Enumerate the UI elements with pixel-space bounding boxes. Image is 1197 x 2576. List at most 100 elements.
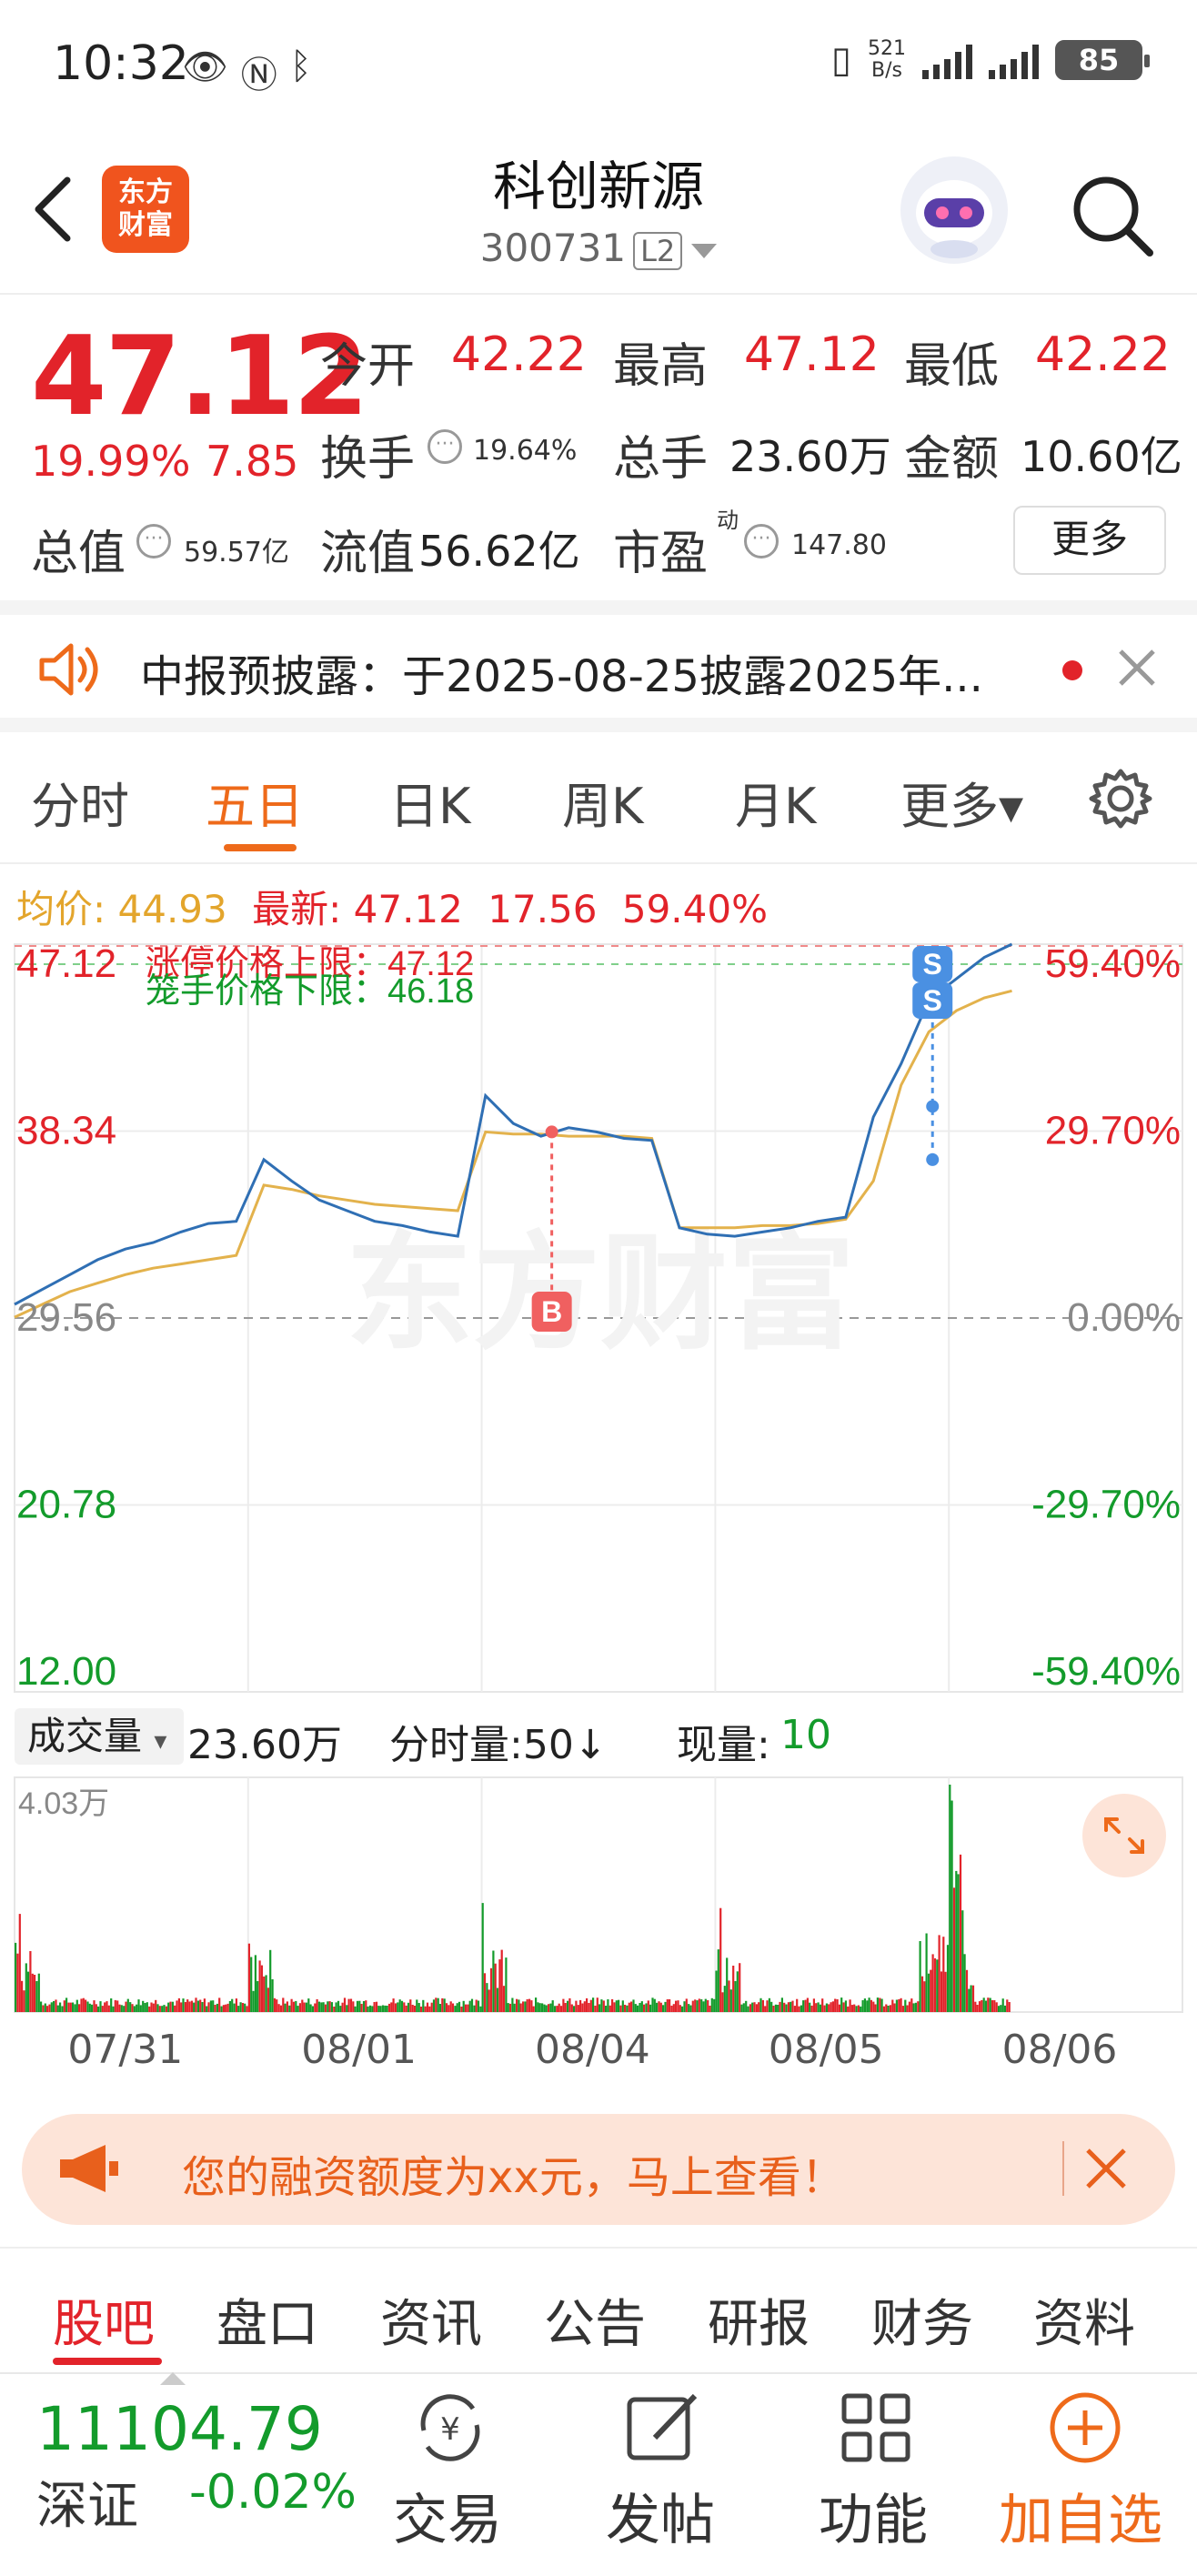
plus-circle-icon[interactable]	[1044, 2387, 1126, 2469]
volume-bar	[373, 2002, 376, 2012]
hidden-eye-icon[interactable]: ···	[136, 524, 171, 558]
more-button[interactable]: 更多	[1013, 506, 1166, 575]
hidden-eye-icon[interactable]: ···	[428, 429, 462, 464]
volume-bar	[131, 2004, 134, 2012]
volume-bar	[853, 2004, 856, 2012]
yen-exchange-icon[interactable]: ¥	[409, 2387, 491, 2469]
volume-bar	[212, 2000, 215, 2012]
robot-assistant-icon[interactable]	[900, 156, 1008, 264]
trade-button[interactable]: 交易	[393, 2476, 502, 2555]
index-change: -0.02%	[189, 2465, 357, 2520]
megaphone-icon	[60, 2145, 118, 2192]
volume-bar	[467, 2004, 469, 2012]
add-watchlist-button[interactable]: 加自选	[999, 2476, 1162, 2555]
volume-bar	[18, 1914, 21, 2012]
tab-profile[interactable]: 资料	[1033, 2283, 1135, 2357]
volume-bar	[882, 2006, 885, 2012]
volume-bar	[218, 1997, 221, 2012]
volume-bar	[483, 1973, 487, 2012]
tab-finance[interactable]: 财务	[871, 2283, 973, 2357]
volume-total: 23.60万	[187, 1722, 342, 1768]
volume-bar	[723, 1986, 726, 2012]
volume-bar	[486, 1983, 488, 2012]
promo-text[interactable]: 您的融资额度为xx元，马上查看！	[182, 2141, 845, 2205]
tab-weekly-k[interactable]: 周K	[562, 766, 643, 838]
volume-bar	[872, 2001, 875, 2012]
close-icon[interactable]	[1084, 2147, 1128, 2190]
tab-more[interactable]: 更多▾	[900, 766, 1023, 838]
volume-bar	[554, 2006, 557, 2012]
volume-chart[interactable]: 4.03万	[0, 1774, 1197, 2019]
volume-bar	[861, 2000, 864, 2012]
index-value[interactable]: 11104.79	[36, 2394, 323, 2464]
volume-bar	[400, 2000, 404, 2012]
functions-button[interactable]: 功能	[819, 2476, 928, 2555]
close-icon[interactable]	[1117, 648, 1157, 688]
volume-bar	[785, 2004, 788, 2012]
volume-bar	[114, 1999, 116, 2012]
chevron-up-icon[interactable]	[160, 2372, 186, 2385]
volume-bar	[377, 2006, 380, 2012]
volume-bar	[29, 1951, 32, 2012]
price-chart[interactable]: 东方财富 47.12 59.40% 38.34 29.70% 29.56 0.00% 20.…	[0, 937, 1197, 1701]
current-price: 47.12	[31, 314, 369, 440]
x-date-label: 08/01	[301, 2027, 417, 2073]
volume-bar	[260, 1965, 263, 2012]
volume-bar	[180, 2002, 183, 2012]
volume-bar	[619, 2005, 622, 2012]
volume-bar	[123, 2006, 126, 2012]
volume-bar	[206, 2006, 208, 2012]
gear-icon[interactable]	[1088, 766, 1153, 831]
volume-bar	[927, 1973, 930, 2012]
volume-bar	[681, 2006, 684, 2012]
volume-bar	[679, 2005, 681, 2012]
volume-bar	[209, 2000, 212, 2012]
svg-text:¥: ¥	[440, 2411, 460, 2448]
stock-code[interactable]: 300731 L2	[0, 226, 1197, 270]
sell-point	[926, 1100, 940, 1113]
volume-bar	[669, 1999, 671, 2012]
post-button[interactable]: 发帖	[606, 2476, 715, 2555]
volume-bar	[586, 1997, 588, 2012]
volume-bar	[628, 2002, 630, 2012]
volume-bar	[804, 1999, 807, 2012]
grid-icon[interactable]	[835, 2387, 917, 2469]
tab-daily-k[interactable]: 日K	[389, 766, 470, 838]
tab-forum[interactable]: 股吧	[53, 2283, 155, 2357]
volume-bar	[190, 2000, 193, 2012]
volume-bar	[263, 1976, 266, 2012]
volume-bar	[120, 2005, 123, 2012]
volume-label: 总手	[613, 432, 709, 487]
edit-icon[interactable]	[622, 2387, 704, 2469]
volume-bar	[324, 2004, 327, 2012]
volume-bar	[37, 1973, 40, 2012]
volume-bar	[411, 2005, 414, 2012]
tab-monthly-k[interactable]: 月K	[735, 766, 816, 838]
tab-intraday[interactable]: 分时	[31, 766, 129, 838]
volume-bar	[758, 2002, 760, 2012]
volume-bar	[982, 1997, 985, 2012]
volume-ma-label[interactable]: 分时量:50↓	[389, 1712, 608, 1770]
volume-bar	[647, 2000, 649, 2012]
tab-five-day[interactable]: 五日	[206, 766, 304, 838]
volume-bar	[895, 1999, 898, 2012]
volume-bar	[317, 2001, 320, 2012]
volume-bar	[176, 2000, 178, 2012]
volume-bar	[568, 1997, 571, 2012]
tab-announcements[interactable]: 公告	[544, 2283, 646, 2357]
volume-bar	[836, 1998, 839, 2012]
volume-bar	[689, 2005, 692, 2012]
tab-news[interactable]: 资讯	[380, 2283, 482, 2357]
volume-bar	[863, 1998, 866, 2012]
hidden-eye-icon[interactable]: ···	[744, 524, 779, 558]
volume-bar	[1006, 1999, 1009, 2012]
index-name[interactable]: 深证	[36, 2465, 138, 2539]
tab-orderbook[interactable]: 盘口	[216, 2283, 318, 2357]
volume-selector[interactable]: 成交量 ▾	[15, 1708, 184, 1765]
watermark-text: 东方财富	[346, 1222, 855, 1364]
tab-research[interactable]: 研报	[708, 2283, 810, 2357]
notice-text[interactable]: 中报预披露：于2025-08-25披露2025年...	[140, 640, 983, 704]
search-icon[interactable]	[1066, 169, 1157, 260]
volume-now-value: 10	[780, 1712, 831, 1758]
volume-bar	[940, 1971, 943, 2012]
